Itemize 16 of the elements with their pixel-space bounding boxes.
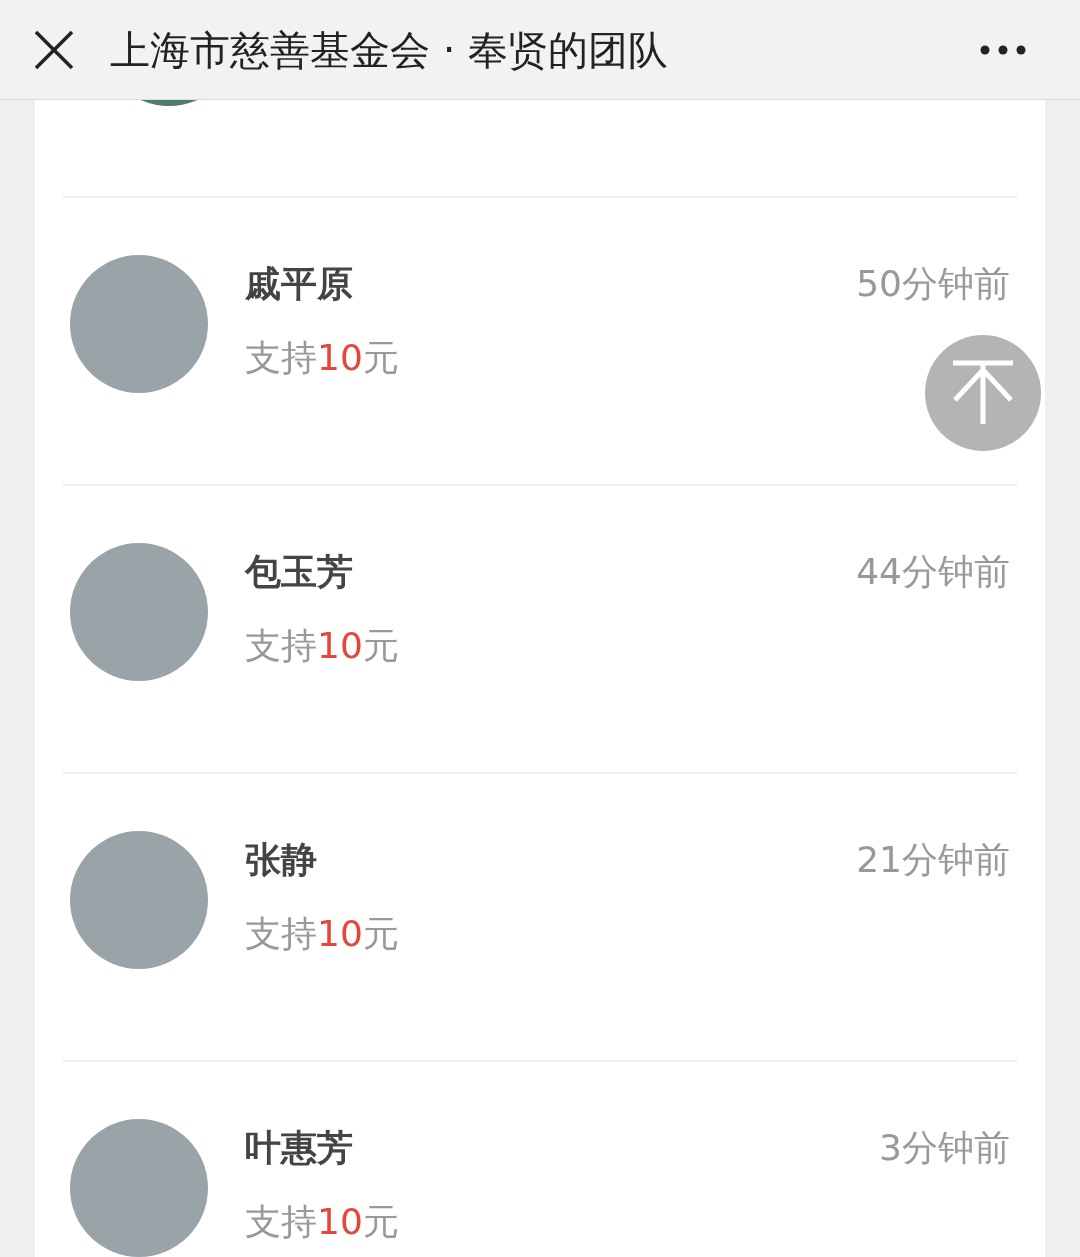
donation-time: 3分钟前	[879, 1127, 1010, 1168]
donor-name: 戚平原	[245, 262, 354, 306]
more-icon[interactable]	[980, 44, 1026, 55]
donation-time: 44分钟前	[856, 551, 1010, 592]
donation-amount: 支持10元	[245, 336, 399, 380]
donation-amount: 支持10元	[245, 1200, 399, 1244]
close-icon[interactable]	[34, 29, 74, 70]
donor-name: 张静	[245, 838, 318, 882]
donor-name: 叶惠芳	[245, 1126, 354, 1170]
arrow-up-icon	[951, 360, 1015, 426]
donation-time: 21分钟前	[856, 839, 1010, 880]
page-title: 上海市慈善基金会 · 奉贤的团队	[110, 25, 669, 75]
donor-name: 包玉芳	[245, 550, 354, 594]
donation-amount: 支持10元	[245, 624, 399, 668]
donation-time: 50分钟前	[856, 263, 1010, 304]
donation-amount: 支持10元	[245, 912, 399, 956]
